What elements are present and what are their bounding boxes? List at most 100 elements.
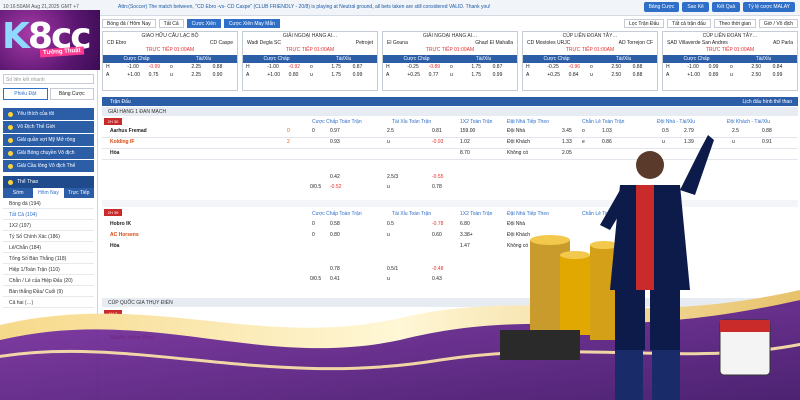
odds-cell[interactable]: 1.39 (684, 139, 694, 145)
results-button[interactable]: Kết Quả (711, 2, 741, 12)
odds-cell[interactable]: 0.78 (330, 266, 340, 272)
quick-link-input[interactable]: Số liên kết nhanh (3, 74, 94, 84)
sidebar-item-volleyball[interactable]: Giải Bóng chuyền Vô địch (3, 147, 94, 159)
sidebar-sport-item[interactable]: Bàn thắng Đầu/ Cuối (9) (3, 286, 94, 297)
filter-match-select[interactable]: Lọc Trận Đấu (624, 19, 665, 28)
odds-cell[interactable]: 0.43 (432, 276, 442, 282)
odds-cell[interactable]: 2.79 (684, 128, 694, 134)
odds-cell[interactable]: 0.77 (429, 72, 450, 78)
odds-cell[interactable]: 0.81 (432, 128, 442, 134)
odds-cell[interactable]: -0.78 (432, 221, 443, 227)
odds-cell[interactable]: 2.05 (562, 150, 572, 156)
odds-cell[interactable]: Đội Khách (507, 232, 530, 238)
odds-cell[interactable]: 0.5 (662, 128, 669, 134)
odds-cell[interactable]: Không có (507, 150, 528, 156)
odds-cell[interactable]: 0.99 (493, 72, 514, 78)
odds-cell[interactable]: u (387, 139, 390, 145)
lucky-parlay-button[interactable]: Cược Xiên May Mắn (223, 19, 280, 28)
bet-list-button[interactable]: Bảng Cược (643, 2, 680, 12)
odds-cell[interactable]: 0.84 (569, 72, 590, 78)
statement-button[interactable]: Sao Kê (682, 2, 709, 12)
odds-cell[interactable]: 0 (312, 221, 315, 227)
live-match-card[interactable]: CÚP LIÊN ĐOÀN TÂY… SAD Villaverde San And… (662, 31, 798, 91)
odds-cell[interactable]: 0.86 (602, 139, 612, 145)
odds-cell[interactable]: u (387, 232, 390, 238)
live-match-card[interactable]: GIAO HỮU CÂU LẠC BỘ CD Ebro CD Caspe TRỰC T… (102, 31, 238, 91)
odds-cell[interactable]: -0.55 (432, 174, 443, 180)
sidebar-sport-item[interactable]: Cả hai (…) (3, 297, 94, 308)
odds-cell[interactable]: 0.97 (330, 128, 340, 134)
odds-cell[interactable]: 3.38+ (460, 232, 473, 238)
odds-cell[interactable]: 0.60 (432, 232, 442, 238)
odds-cell[interactable]: 2.5 (387, 128, 394, 134)
live-match-card[interactable]: GIẢI NGOẠI HẠNG AI… El Gouna Ghazl El Maha… (382, 31, 518, 91)
odds-cell[interactable]: 6.80 (460, 221, 470, 227)
sidebar-sport-item[interactable]: Tất Cả (104) (3, 209, 94, 220)
odds-cell[interactable]: 0 (312, 232, 315, 238)
odds-cell[interactable]: 0.93 (330, 139, 340, 145)
odds-cell[interactable]: 0.80 (289, 72, 310, 78)
sidebar-sport-item[interactable]: Lẻ/Chẵn (184) (3, 242, 94, 253)
tab-bet-list[interactable]: Bảng Cược (49, 88, 94, 100)
live-match-card[interactable]: CÚP LIÊN ĐOÀN TÂY… CD Mostoles URJC AD Tor… (522, 31, 658, 91)
odds-cell[interactable]: -0.48 (432, 266, 443, 272)
sidebar-sport-item[interactable]: Chẵn / Lẻ của Hiệp Đấu (20) (3, 275, 94, 286)
sidebar-sport-item[interactable]: Bóng đá (194) (3, 198, 94, 209)
odds-cell[interactable]: 0.88 (762, 128, 772, 134)
odds-cell[interactable]: 0.88 (213, 64, 234, 70)
odds-cell[interactable]: 0.78 (432, 184, 442, 190)
league-header-1[interactable]: GIẢI HẠNG 1 ĐAN MẠCH (102, 107, 798, 116)
sort-time-select[interactable]: Theo thời gian (713, 19, 756, 28)
odds-cell[interactable]: -0.93 (432, 139, 443, 145)
sidebar-sport-item[interactable]: Tỷ Số Chính Xác (186) (3, 231, 94, 242)
odds-cell[interactable]: -0.92 (289, 64, 310, 70)
parlay-button[interactable]: Cược Xiên (186, 19, 221, 28)
odds-cell[interactable]: Không có (507, 243, 528, 249)
odds-cell[interactable]: 3.45 (562, 128, 572, 134)
odds-cell[interactable]: 0.80 (330, 232, 340, 238)
odds-cell[interactable]: 0.58 (330, 221, 340, 227)
odds-cell[interactable]: 0.88 (633, 72, 654, 78)
time-champ-select[interactable]: Giờ / Vô địch (758, 19, 798, 28)
odds-cell[interactable]: 0.5 (387, 221, 394, 227)
odds-cell[interactable]: Đội Nhà (507, 221, 525, 227)
schedule-link[interactable]: Lịch đấu hình thể thao (743, 99, 793, 105)
tab-live[interactable]: Trực Tiếp (64, 188, 94, 198)
odds-cell[interactable]: 0.99 (353, 72, 374, 78)
sidebar-sport-item[interactable]: Tổng Số Bàn Thắng (118) (3, 253, 94, 264)
odds-cell[interactable]: -0.96 (569, 64, 590, 70)
odds-cell[interactable]: o (582, 128, 585, 134)
sidebar-sport-item[interactable]: 1X2 (197) (3, 220, 94, 231)
odds-cell[interactable]: u (732, 139, 735, 145)
odds-cell[interactable]: 0.87 (353, 64, 374, 70)
odds-cell[interactable]: Đội Khách (507, 139, 530, 145)
odds-cell[interactable]: 0 (312, 128, 315, 134)
odds-cell[interactable]: 2.5 (732, 128, 739, 134)
odds-cell[interactable]: 159.00 (460, 128, 475, 134)
odds-cell[interactable]: 1.03 (602, 128, 612, 134)
sidebar-sport-item[interactable]: Hiệp 1/Toàn Trận (110) (3, 264, 94, 275)
tab-bet-slip[interactable]: Phiếu Đặt (3, 88, 48, 100)
odds-cell[interactable]: 0.41 (330, 276, 340, 282)
tab-today[interactable]: Hôm Nay (33, 188, 64, 198)
odds-cell[interactable]: 0.99 (709, 64, 730, 70)
sport-select[interactable]: Bóng đá / Hôm Nay (102, 19, 156, 28)
live-match-card[interactable]: GIẢI NGOẠI HẠNG AI… Wadi Degla SC Petrojet… (242, 31, 378, 91)
odds-cell[interactable]: 0.42 (330, 174, 340, 180)
odds-cell[interactable]: 0.88 (633, 64, 654, 70)
league-header-2[interactable]: CÚP QUỐC GIA THỤY ĐIỂN (102, 298, 798, 307)
odds-cell[interactable]: 1.47 (460, 243, 470, 249)
odds-cell[interactable]: 1.02 (460, 139, 470, 145)
odds-cell[interactable]: e (582, 139, 585, 145)
brand-logo[interactable]: K8cc Tường Thuật (0, 10, 100, 70)
sidebar-item-world-cup[interactable]: Vô Địch Thế Giới (3, 121, 94, 133)
tab-early[interactable]: Sớm (3, 188, 33, 198)
odds-cell[interactable]: 0.87 (493, 64, 514, 70)
odds-cell[interactable]: 0.91 (762, 139, 772, 145)
more-markets-bar[interactable] (102, 200, 798, 207)
odds-cell[interactable]: u (662, 139, 665, 145)
odds-cell[interactable]: 0.84 (773, 64, 794, 70)
odds-cell[interactable]: 0.75 (149, 72, 170, 78)
sidebar-item-badminton[interactable]: Giải Cầu lông Vô địch Thế (3, 160, 94, 172)
sidebar-item-favorites[interactable]: Yêu thích của tôi (3, 108, 94, 120)
